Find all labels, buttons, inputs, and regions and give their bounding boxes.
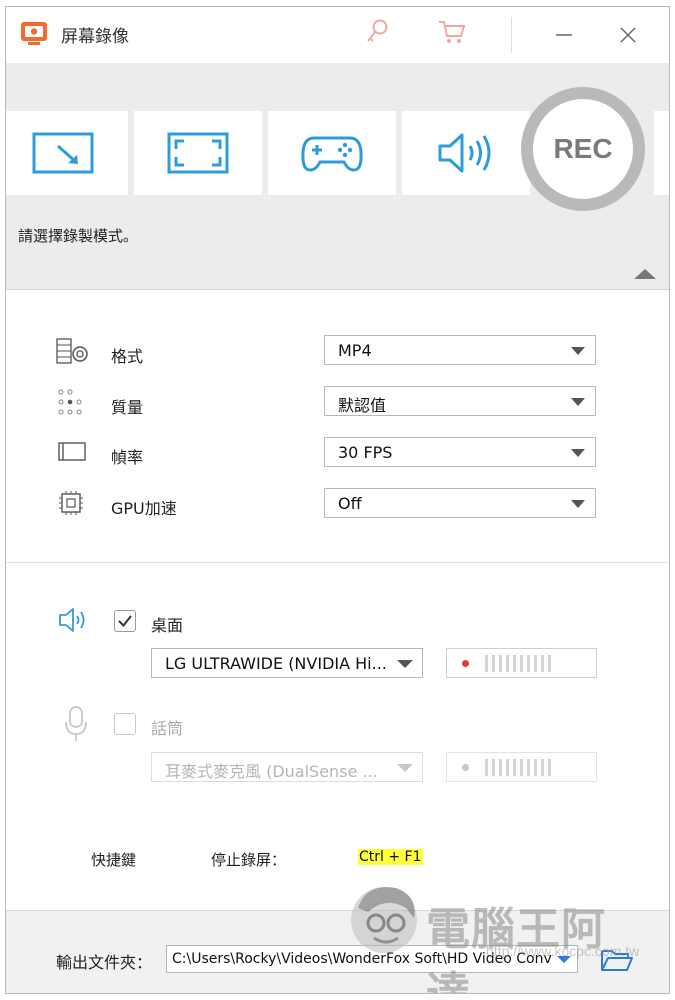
desktop-volume-meter <box>446 648 597 678</box>
quality-select-value: 默認值 <box>338 396 387 415</box>
mode-extra-card <box>654 111 669 195</box>
hotkey-keys[interactable]: Ctrl + F1 <box>358 849 423 865</box>
desktop-audio-checkbox[interactable] <box>114 610 136 632</box>
app-logo-icon <box>21 22 47 45</box>
gpu-select[interactable]: Off <box>324 488 596 518</box>
framerate-icon <box>58 442 86 461</box>
watermark-url: http://www.kocpc.com.tw <box>486 943 640 959</box>
key-icon[interactable] <box>363 17 391 47</box>
rec-button[interactable]: REC <box>521 87 645 211</box>
gpu-select-value: Off <box>338 494 362 513</box>
chevron-down-icon <box>397 660 413 668</box>
framerate-select[interactable]: 30 FPS <box>324 437 596 467</box>
mic-device-value: 耳麥式麥克風 (DualSense ... <box>165 762 378 781</box>
microphone-icon <box>65 706 87 741</box>
chevron-down-icon <box>397 764 413 772</box>
level-bars <box>485 655 555 676</box>
desktop-audio-label: 桌面 <box>151 616 184 635</box>
mic-audio-checkbox[interactable] <box>114 713 136 735</box>
mode-region-button[interactable] <box>6 111 128 195</box>
watermark: 電腦王阿達 http://www.kocpc.com.tw <box>346 873 646 993</box>
close-button[interactable] <box>608 15 648 55</box>
game-capture-icon <box>301 136 363 172</box>
mic-volume-meter <box>446 752 597 782</box>
check-icon <box>118 615 132 628</box>
desktop-device-select[interactable]: LG ULTRAWIDE (NVIDIA Hi... <box>151 648 423 678</box>
setting-label-quality: 質量 <box>111 398 144 417</box>
format-icon <box>56 338 88 364</box>
output-folder-label: 輸出文件夾： <box>56 953 153 972</box>
format-select-value: MP4 <box>338 341 372 360</box>
section-divider <box>6 562 669 563</box>
rec-label: REC <box>553 133 613 164</box>
format-select[interactable]: MP4 <box>324 335 596 365</box>
gpu-icon <box>59 491 83 515</box>
level-bars <box>485 759 555 780</box>
title-separator <box>511 17 512 53</box>
quality-icon <box>58 389 82 415</box>
setting-label-format: 格式 <box>111 347 144 366</box>
mode-fullscreen-button[interactable] <box>134 111 262 195</box>
app-title: 屏幕錄像 <box>61 27 129 47</box>
watermark-logo-icon <box>351 887 417 953</box>
hotkey-section-label: 快捷鍵 <box>91 851 137 869</box>
setting-label-gpu: GPU加速 <box>111 499 177 518</box>
close-icon <box>620 27 636 43</box>
mic-device-select[interactable]: 耳麥式麥克風 (DualSense ... <box>151 752 423 782</box>
setting-label-framerate: 幀率 <box>111 448 144 467</box>
level-dot <box>462 764 469 771</box>
chevron-down-icon <box>571 449 585 457</box>
quality-select[interactable]: 默認值 <box>324 386 596 416</box>
fullscreen-capture-icon <box>167 132 229 174</box>
mode-game-button[interactable] <box>268 111 396 195</box>
region-capture-icon <box>32 132 94 174</box>
framerate-select-value: 30 FPS <box>338 443 393 462</box>
minimize-button[interactable] <box>544 15 584 55</box>
collapse-arrow-icon[interactable] <box>634 269 656 279</box>
level-dot <box>462 660 469 667</box>
chevron-down-icon <box>571 398 585 406</box>
desktop-device-value: LG ULTRAWIDE (NVIDIA Hi... <box>165 654 387 673</box>
minimize-icon <box>556 34 572 36</box>
speaker-icon <box>59 608 85 632</box>
title-bar: 屏幕錄像 <box>6 7 669 63</box>
hotkey-action-label: 停止錄屏： <box>211 851 287 869</box>
mic-audio-label: 話筒 <box>151 719 184 738</box>
cart-icon[interactable] <box>436 17 468 47</box>
mode-audio-button[interactable] <box>402 111 530 195</box>
chevron-down-icon <box>571 500 585 508</box>
mode-hint: 請選擇錄製模式。 <box>18 227 139 245</box>
chevron-down-icon <box>571 347 585 355</box>
audio-capture-icon <box>438 133 491 173</box>
mode-panel: REC 請選擇錄製模式。 <box>6 63 669 290</box>
app-window: 屏幕錄像 REC 請選擇錄製模式。 格式 MP4 質量 默認值 幀率 30 FP… <box>5 6 670 994</box>
